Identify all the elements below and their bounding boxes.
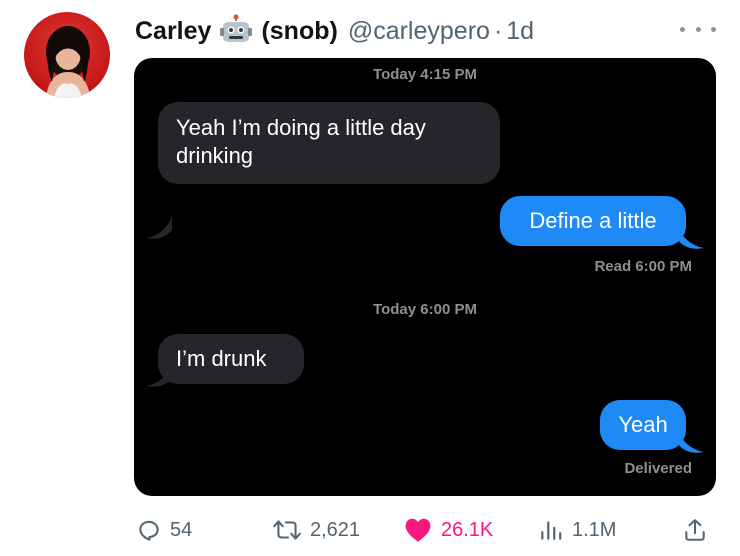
avatar-image bbox=[46, 26, 90, 98]
chat-timestamp: Today 4:15 PM bbox=[373, 66, 477, 83]
like-count: 26.1K bbox=[441, 518, 494, 541]
delivery-status: Delivered bbox=[624, 460, 692, 477]
view-count: 1.1M bbox=[572, 518, 617, 541]
heart-icon bbox=[405, 518, 431, 542]
name-suffix: (snob) bbox=[261, 16, 338, 45]
chat-timestamp: Today 6:00 PM bbox=[373, 301, 477, 318]
analytics-icon bbox=[541, 521, 562, 540]
user-handle[interactable]: @carleypero bbox=[348, 17, 490, 46]
repost-count: 2,621 bbox=[310, 518, 361, 541]
tweet-header: Carley (snob) @carleypero · 1d bbox=[135, 14, 534, 48]
reply-icon bbox=[139, 520, 159, 541]
received-message: Yeah I’m doing a little day drinking bbox=[158, 102, 500, 184]
avatar[interactable] bbox=[24, 12, 110, 98]
separator: · bbox=[493, 16, 503, 45]
share-icon bbox=[685, 519, 705, 541]
received-message: I’m drunk bbox=[158, 334, 304, 384]
display-name[interactable]: Carley bbox=[135, 17, 211, 46]
repost-icon bbox=[273, 520, 301, 540]
bubble-tail bbox=[146, 216, 172, 239]
repost-button[interactable]: 2,621 bbox=[272, 510, 360, 550]
views-button[interactable]: 1.1M bbox=[538, 510, 616, 550]
robot-face-icon bbox=[219, 14, 253, 48]
share-button[interactable] bbox=[682, 510, 708, 550]
chat-screenshot[interactable]: Today 4:15 PM Yeah I’m doing a little da… bbox=[134, 58, 716, 496]
more-dots-icon[interactable] bbox=[680, 22, 716, 36]
sent-message: Define a little bbox=[500, 196, 686, 246]
tweet-age[interactable]: 1d bbox=[506, 17, 534, 46]
like-button[interactable]: 26.1K bbox=[403, 510, 493, 550]
reply-button[interactable]: 54 bbox=[136, 510, 192, 550]
reply-count: 54 bbox=[170, 518, 193, 541]
tweet-actions: 54 2,621 26.1K 1.1M bbox=[0, 510, 740, 550]
read-receipt: Read 6:00 PM bbox=[594, 258, 692, 275]
sent-message: Yeah bbox=[600, 400, 686, 450]
